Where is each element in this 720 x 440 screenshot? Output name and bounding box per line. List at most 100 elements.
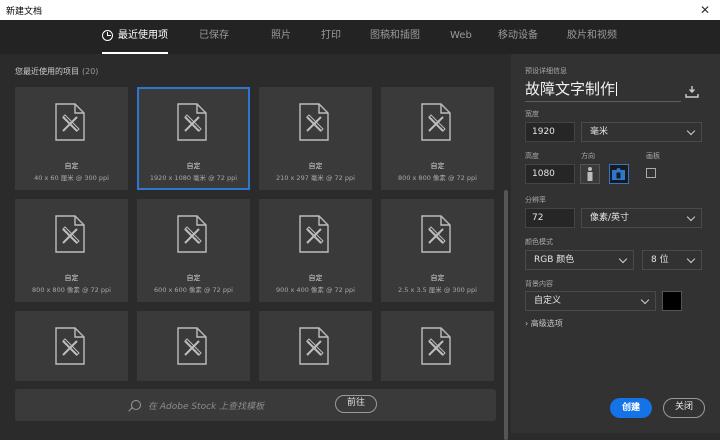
title-bar: 新建文档 ✕ [0,0,720,20]
chevron-down-icon [686,254,696,264]
tab-film-video[interactable]: 胶片和视频 [567,20,617,54]
recent-panel: 您最近使用的项目 (20) 自定 40 x 60 厘米 @ 300 ppi 自定 192… [0,54,511,440]
recent-item-card[interactable] [259,311,372,381]
orientation-landscape-button[interactable] [609,164,629,184]
width-unit-select[interactable]: 毫米 [581,122,702,142]
stock-search-input[interactable]: 在 Adobe Stock 上查找模板 [148,399,264,412]
recent-heading: 您最近使用的项目 (20) [15,66,98,77]
recent-item-card[interactable]: 自定 1920 x 1080 毫米 @ 72 ppi [137,87,250,190]
height-label: 高度 [525,152,539,160]
window-close-button[interactable]: ✕ [690,0,720,20]
preset-details-panel: 预设详细信息 故障文字制作 宽度 1920 毫米 高度 方向 画板 1080 分… [511,54,720,433]
tab-art-illustration-label: 图稿和插图 [370,30,420,41]
color-mode-select[interactable]: RGB 颜色 [525,250,634,270]
recent-item-card[interactable]: 自定 600 x 600 像素 @ 72 ppi [137,199,250,302]
recent-item-card[interactable]: 自定 40 x 60 厘米 @ 300 ppi [15,87,128,190]
tab-web-label: Web [450,30,472,41]
resolution-input[interactable]: 72 [525,208,575,228]
background-value: 自定义 [534,296,562,306]
document-icon [421,327,451,365]
document-icon [55,103,85,141]
tab-mobile[interactable]: 移动设备 [498,20,538,54]
recent-item-size: 40 x 60 厘米 @ 300 ppi [34,174,109,182]
tab-photo[interactable]: 照片 [271,20,291,54]
portrait-icon [587,167,593,181]
bit-depth-select[interactable]: 8 位 [642,250,702,270]
resolution-label: 分辨率 [525,196,546,204]
recent-item-card[interactable] [381,311,494,381]
width-input[interactable]: 1920 [525,122,575,142]
recent-item-size: 900 x 400 像素 @ 72 ppi [276,286,355,294]
recent-item-card[interactable] [137,311,250,381]
orientation-portrait-button[interactable] [580,164,600,184]
width-unit-value: 毫米 [590,127,609,137]
recent-item-size: 210 x 297 毫米 @ 72 ppi [276,174,355,182]
chevron-down-icon [686,126,696,136]
document-icon [55,327,85,365]
create-button[interactable]: 创建 [610,398,652,418]
recent-item-card[interactable]: 自定 800 x 800 像素 @ 72 ppi [381,87,494,190]
close-button[interactable]: 关闭 [663,398,705,418]
tab-recent[interactable]: 最近使用项 [102,20,168,54]
width-label: 宽度 [525,110,539,118]
document-name-field[interactable]: 故障文字制作 [525,78,681,102]
document-icon [421,103,451,141]
tab-print-label: 打印 [321,30,341,41]
document-icon [421,215,451,253]
document-icon [177,327,207,365]
tab-recent-label: 最近使用项 [118,30,168,41]
recent-item-name: 自定 [430,274,445,282]
artboard-checkbox[interactable] [646,168,656,178]
tab-film-video-label: 胶片和视频 [567,30,617,41]
recent-item-size: 800 x 800 像素 @ 72 ppi [32,286,111,294]
document-icon [55,215,85,253]
background-label: 背景内容 [525,280,553,288]
advanced-options-label: 高级选项 [530,319,563,328]
recent-item-card[interactable]: 自定 2.5 x 3.5 厘米 @ 300 ppi [381,199,494,302]
document-icon [177,103,207,141]
document-icon [177,215,207,253]
chevron-right-icon: › [525,319,529,328]
recent-item-name: 自定 [64,274,79,282]
color-mode-label: 颜色模式 [525,238,553,246]
orientation-label: 方向 [581,152,595,160]
tab-saved-label: 已保存 [199,30,229,41]
advanced-options-toggle[interactable]: › 高级选项 [525,318,563,329]
background-color-swatch[interactable] [662,291,682,311]
recent-item-card[interactable]: 自定 900 x 400 像素 @ 72 ppi [259,199,372,302]
resolution-unit-value: 像素/英寸 [590,213,630,223]
recent-item-size: 600 x 600 像素 @ 72 ppi [154,286,233,294]
recent-item-name: 自定 [186,162,201,170]
chevron-down-icon [686,212,696,222]
stock-search-bar: 在 Adobe Stock 上查找模板 前往 [15,389,496,421]
save-preset-icon[interactable] [685,86,699,98]
document-icon [299,327,329,365]
recent-scrollbar[interactable] [504,190,508,440]
background-select[interactable]: 自定义 [525,291,656,311]
recent-item-card[interactable] [15,311,128,381]
bit-depth-value: 8 位 [651,255,669,265]
go-button[interactable]: 前往 [335,395,377,413]
tab-print[interactable]: 打印 [321,20,341,54]
recent-item-size: 800 x 800 像素 @ 72 ppi [398,174,477,182]
recent-item-name: 自定 [64,162,79,170]
tab-saved[interactable]: 已保存 [199,20,229,54]
chevron-down-icon [640,295,650,305]
color-mode-value: RGB 颜色 [534,255,575,265]
recent-item-name: 自定 [308,274,323,282]
resolution-unit-select[interactable]: 像素/英寸 [581,208,702,228]
recent-item-name: 自定 [186,274,201,282]
recent-count: (20) [82,67,99,76]
recent-item-size: 1920 x 1080 毫米 @ 72 ppi [149,174,238,182]
tab-art-illustration[interactable]: 图稿和插图 [370,20,420,54]
clock-icon [102,30,113,41]
text-caret [616,82,618,96]
recent-item-name: 自定 [430,162,445,170]
document-name-value: 故障文字制作 [525,80,616,98]
height-input[interactable]: 1080 [525,164,575,184]
tab-web[interactable]: Web [450,20,472,54]
recent-item-card[interactable]: 自定 210 x 297 毫米 @ 72 ppi [259,87,372,190]
recent-item-card[interactable]: 自定 800 x 800 像素 @ 72 ppi [15,199,128,302]
landscape-icon [612,168,625,180]
chevron-down-icon [618,254,628,264]
